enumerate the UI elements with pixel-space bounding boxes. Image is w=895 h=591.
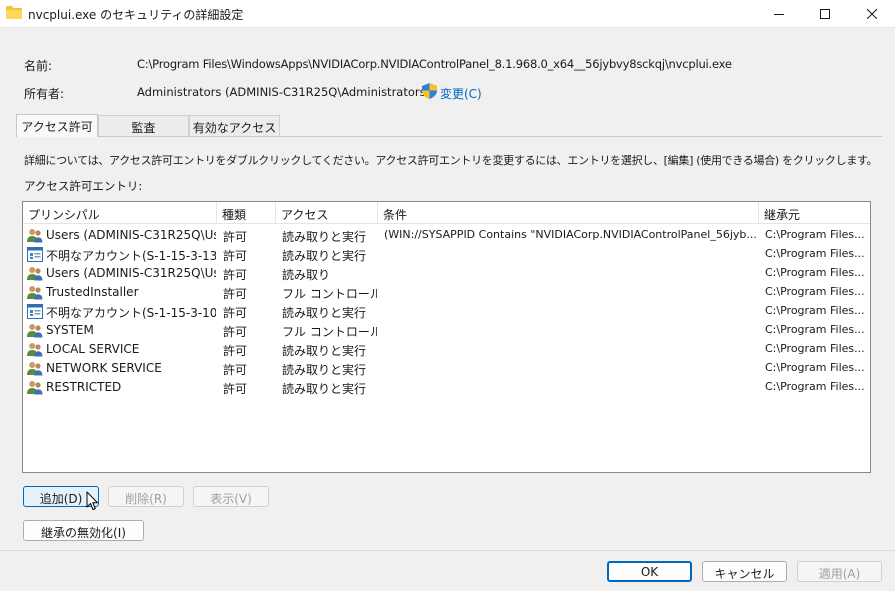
cell-inherited-from: C:\Program Files... [765, 228, 865, 241]
dialog-footer: OK キャンセル 適用(A) [0, 551, 895, 591]
cell-principal: 不明なアカウント(S-1-15-3-138... [46, 249, 216, 263]
permission-entries-list[interactable]: プリンシパル 種類 アクセス 条件 継承元 Users (ADMINIS-C31… [22, 201, 871, 473]
cell-principal: TrustedInstaller [46, 285, 139, 299]
mouse-cursor-icon [86, 491, 98, 510]
users-group-icon [27, 266, 43, 281]
cell-type: 許可 [223, 382, 248, 396]
column-type[interactable]: 種類 [217, 202, 276, 224]
column-access[interactable]: アクセス [276, 202, 378, 224]
cell-type: 許可 [223, 344, 248, 358]
users-group-icon [27, 323, 43, 338]
unknown-account-icon [27, 247, 43, 262]
apply-button[interactable]: 適用(A) [797, 561, 882, 582]
users-group-icon [27, 380, 43, 395]
cell-access: 読み取りと実行 [282, 249, 367, 263]
table-row[interactable]: NETWORK SERVICE 許可 読み取りと実行 C:\Program Files… [23, 359, 870, 378]
cell-type: 許可 [223, 249, 248, 263]
cell-condition: (WIN://SYSAPPID Contains "NVIDIACorp.NVI… [384, 228, 756, 241]
cell-inherited-from: C:\Program Files... [765, 361, 865, 374]
table-row[interactable]: TrustedInstaller 許可 フル コントロール C:\Program Fi… [23, 283, 870, 302]
cell-type: 許可 [223, 306, 248, 320]
cell-inherited-from: C:\Program Files... [765, 342, 865, 355]
maximize-button[interactable] [802, 0, 848, 27]
view-button[interactable]: 表示(V) [193, 486, 269, 507]
cell-access: 読み取りと実行 [282, 306, 367, 320]
cell-inherited-from: C:\Program Files... [765, 285, 865, 298]
cell-principal: LOCAL SERVICE [46, 342, 140, 356]
table-row[interactable]: SYSTEM 許可 フル コントロール C:\Program Files... [23, 321, 870, 340]
column-inherited-from[interactable]: 継承元 [759, 202, 870, 224]
entries-label: アクセス許可エントリ: [24, 179, 143, 193]
cell-principal: Users (ADMINIS-C31R25Q\Use... [46, 228, 216, 242]
column-principal[interactable]: プリンシパル [23, 202, 217, 224]
cell-access: 読み取りと実行 [282, 230, 367, 244]
uac-shield-icon [422, 83, 437, 99]
cell-principal: SYSTEM [46, 323, 94, 337]
maximize-icon [820, 8, 830, 19]
cell-inherited-from: C:\Program Files... [765, 304, 865, 317]
table-row[interactable]: RESTRICTED 許可 読み取りと実行 C:\Program Files... [23, 378, 870, 397]
cell-access: フル コントロール [282, 287, 377, 301]
table-row[interactable]: Users (ADMINIS-C31R25Q\Use... 許可 読み取り C:\Pr… [23, 264, 870, 283]
cell-type: 許可 [223, 325, 248, 339]
instructions-text: 詳細については、アクセス許可エントリをダブルクリックしてください。アクセス許可エ… [24, 154, 878, 167]
table-row[interactable]: 不明なアカウント(S-1-15-3-138... 許可 読み取りと実行 C:\Prog… [23, 245, 870, 264]
dialog-body: 名前: C:\Program Files\WindowsApps\NVIDIAC… [0, 27, 895, 591]
cell-type: 許可 [223, 287, 248, 301]
disable-inheritance-button[interactable]: 継承の無効化(I) [23, 520, 144, 541]
table-row[interactable]: Users (ADMINIS-C31R25Q\Use... 許可 読み取りと実行 (W… [23, 226, 870, 245]
cell-inherited-from: C:\Program Files... [765, 323, 865, 336]
cell-inherited-from: C:\Program Files... [765, 380, 865, 393]
users-group-icon [27, 228, 43, 243]
name-label: 名前: [24, 59, 53, 73]
cell-type: 許可 [223, 230, 248, 244]
cell-principal: Users (ADMINIS-C31R25Q\Use... [46, 266, 216, 280]
owner-label: 所有者: [24, 87, 65, 101]
name-value[interactable]: C:\Program Files\WindowsApps\NVIDIACorp.… [137, 57, 732, 71]
close-icon [867, 8, 877, 19]
cell-principal: NETWORK SERVICE [46, 361, 162, 375]
title-bar[interactable]: nvcplui.exe のセキュリティの詳細設定 [0, 0, 895, 27]
list-header: プリンシパル 種類 アクセス 条件 継承元 [23, 202, 870, 224]
close-button[interactable] [849, 0, 895, 27]
tab-permissions[interactable]: アクセス許可 [16, 114, 98, 137]
cell-inherited-from: C:\Program Files... [765, 266, 865, 279]
folder-icon [6, 6, 22, 19]
cell-access: 読み取り [282, 268, 331, 282]
cell-principal: RESTRICTED [46, 380, 122, 394]
users-group-icon [27, 361, 43, 376]
cell-inherited-from: C:\Program Files... [765, 247, 865, 260]
tab-effective-access[interactable]: 有効なアクセス [189, 115, 280, 136]
change-owner-link[interactable]: 変更(C) [440, 85, 482, 102]
minimize-button[interactable] [756, 0, 802, 27]
tab-auditing[interactable]: 監査 [98, 115, 189, 136]
window-title: nvcplui.exe のセキュリティの詳細設定 [28, 8, 244, 22]
users-group-icon [27, 342, 43, 357]
cancel-button[interactable]: キャンセル [702, 561, 787, 582]
cell-access: フル コントロール [282, 325, 377, 339]
cell-principal: 不明なアカウント(S-1-15-3-102... [46, 306, 216, 320]
tab-divider [16, 136, 882, 137]
cell-access: 読み取りと実行 [282, 382, 367, 396]
cell-access: 読み取りと実行 [282, 363, 367, 377]
table-row[interactable]: LOCAL SERVICE 許可 読み取りと実行 C:\Program Files..… [23, 340, 870, 359]
minimize-icon [774, 13, 784, 15]
cell-access: 読み取りと実行 [282, 344, 367, 358]
users-group-icon [27, 285, 43, 300]
cell-type: 許可 [223, 268, 248, 282]
column-condition[interactable]: 条件 [378, 202, 759, 224]
ok-button[interactable]: OK [607, 561, 692, 582]
table-row[interactable]: 不明なアカウント(S-1-15-3-102... 許可 読み取りと実行 C:\Prog… [23, 302, 870, 321]
cell-type: 許可 [223, 363, 248, 377]
unknown-account-icon [27, 304, 43, 319]
owner-value: Administrators (ADMINIS-C31R25Q\Administ… [137, 85, 431, 99]
remove-button[interactable]: 削除(R) [108, 486, 184, 507]
